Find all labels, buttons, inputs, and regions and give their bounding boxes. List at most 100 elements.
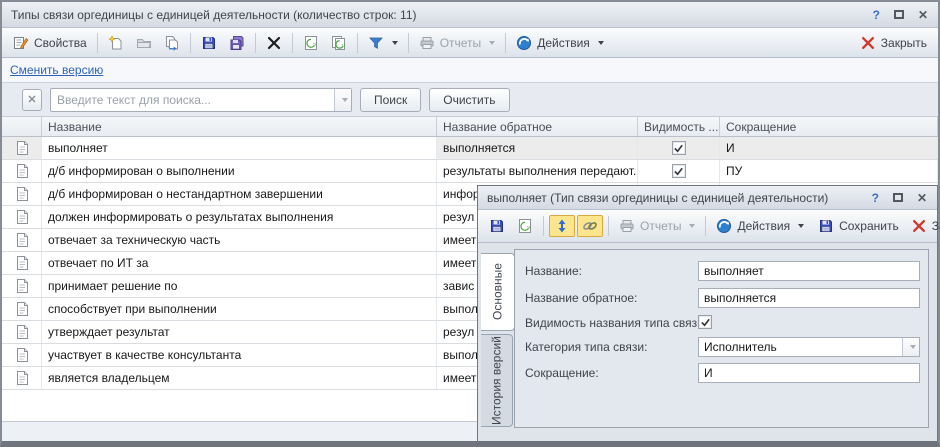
search-button[interactable]: Поиск [360,88,421,112]
row-icon-cell[interactable] [2,321,42,344]
tab-main[interactable]: Основные [481,253,515,331]
column-header-reverse[interactable]: Название обратное [437,117,638,136]
cell-name[interactable]: принимает решение по [42,275,437,298]
cell-name[interactable]: участвует в качестве консультанта [42,344,437,367]
dialog-refresh-button[interactable] [512,215,538,237]
tab-version-history[interactable]: История версий [481,334,513,427]
actions-globe-icon [716,218,732,234]
cell-visibility[interactable] [638,137,720,160]
link-toggle[interactable] [577,215,603,237]
cell-name[interactable]: выполняет [42,137,437,160]
cell-name[interactable]: д/б информирован о нестандартном заверше… [42,183,437,206]
actions-button[interactable]: Действия [511,32,609,54]
dialog-body: Основные История версий Название: Назван… [478,243,937,441]
new-button[interactable] [103,32,129,54]
cell-visibility[interactable] [638,160,720,183]
row-icon-cell[interactable] [2,367,42,390]
toolbar-separator [505,33,506,53]
search-input[interactable] [51,89,334,111]
reports-label: Отчеты [640,219,681,233]
dialog-toolbar: Отчеты Действия Сохранить Закрыть [478,210,937,243]
category-field[interactable] [699,340,902,354]
refresh-all-button[interactable] [326,32,352,54]
reports-label: Отчеты [440,36,481,50]
close-button[interactable]: Закрыть [855,32,932,54]
open-folder-icon [136,35,152,51]
document-page-icon [14,324,30,340]
name-field-wrap [698,261,920,281]
document-page-icon [14,163,30,179]
row-icon-cell[interactable] [2,183,42,206]
main-titlebar[interactable]: Типы связи оргединицы с единицей деятель… [2,2,938,28]
help-icon[interactable]: ? [873,9,880,21]
visibility-checkbox[interactable] [672,164,686,178]
row-icon-cell[interactable] [2,137,42,160]
cell-abbr[interactable]: ПУ [720,160,938,183]
save-all-button[interactable] [224,32,250,54]
reverse-name-label: Название обратное: [525,288,637,308]
save-icon [489,218,505,234]
refresh-button[interactable] [298,32,324,54]
clear-button[interactable]: Очистить [429,88,509,112]
row-icon-cell[interactable] [2,275,42,298]
cell-name[interactable]: д/б информирован о выполнении [42,160,437,183]
dialog-titlebar[interactable]: выполняет (Тип связи оргединицы с единиц… [478,186,937,210]
visibility-checkbox[interactable] [672,141,686,155]
column-header-abbr[interactable]: Сокращение [720,117,938,136]
dialog-save-icon-button[interactable] [484,215,510,237]
window-close-icon[interactable]: ✕ [918,9,928,21]
search-dropdown-button[interactable] [334,89,351,111]
reverse-name-field[interactable] [699,291,919,305]
row-icon-cell[interactable] [2,252,42,275]
autofit-toggle[interactable] [549,215,575,237]
dialog-reports-button[interactable]: Отчеты [614,215,700,237]
cell-name[interactable]: способствует при выполнении [42,298,437,321]
properties-label: Свойства [34,36,87,50]
abbr-field[interactable] [699,366,919,380]
category-dropdown-button[interactable] [902,338,919,356]
properties-button[interactable]: Свойства [8,32,92,54]
dialog-close-button[interactable]: Закрыть [906,215,940,237]
cell-abbr[interactable]: И [720,137,938,160]
dialog-save-button[interactable]: Сохранить [813,215,904,237]
row-icon-cell[interactable] [2,298,42,321]
row-icon-cell[interactable] [2,344,42,367]
row-icon-cell[interactable] [2,206,42,229]
cell-name[interactable]: отвечает по ИТ за [42,252,437,275]
reports-button[interactable]: Отчеты [414,32,500,54]
row-icon-cell[interactable] [2,160,42,183]
visibility-field-checkbox[interactable] [698,315,712,329]
dialog-actions-button[interactable]: Действия [711,215,809,237]
cell-reverse[interactable]: выполняется [437,137,638,160]
search-close-button[interactable]: ✕ [22,89,42,111]
column-header-visibility[interactable]: Видимость ... [638,117,720,136]
table-row[interactable]: выполняет выполняется И [2,137,938,160]
document-page-icon [14,347,30,363]
dialog-close-icon[interactable]: ✕ [917,192,927,204]
search-bar: ✕ Поиск Очистить [2,83,938,117]
row-icon-cell[interactable] [2,229,42,252]
refresh-all-icon [331,35,347,51]
chevron-down-icon [342,98,348,102]
refresh-icon [517,218,533,234]
cell-name[interactable]: отвечает за техническую часть [42,229,437,252]
visibility-label: Видимость названия типа связи: [525,313,707,333]
change-version-link[interactable]: Сменить версию [10,63,103,77]
dialog-help-icon[interactable]: ? [872,192,879,204]
cell-reverse[interactable]: результаты выполнения передают... [437,160,638,183]
chevron-down-icon [910,345,916,349]
table-row[interactable]: д/б информирован о выполнении результаты… [2,160,938,183]
name-field[interactable] [699,264,919,278]
open-button[interactable] [131,32,157,54]
cell-name[interactable]: является владельцем [42,367,437,390]
dialog-maximize-icon[interactable] [893,193,903,202]
red-x-icon [860,35,876,51]
cell-name[interactable]: утверждает результат [42,321,437,344]
column-header-name[interactable]: Название [42,117,437,136]
cell-name[interactable]: должен информировать о результатах выпол… [42,206,437,229]
copy-button[interactable] [159,32,185,54]
maximize-icon[interactable] [894,10,904,19]
filter-button[interactable] [363,32,403,54]
save-button[interactable] [196,32,222,54]
delete-button[interactable] [261,32,287,54]
